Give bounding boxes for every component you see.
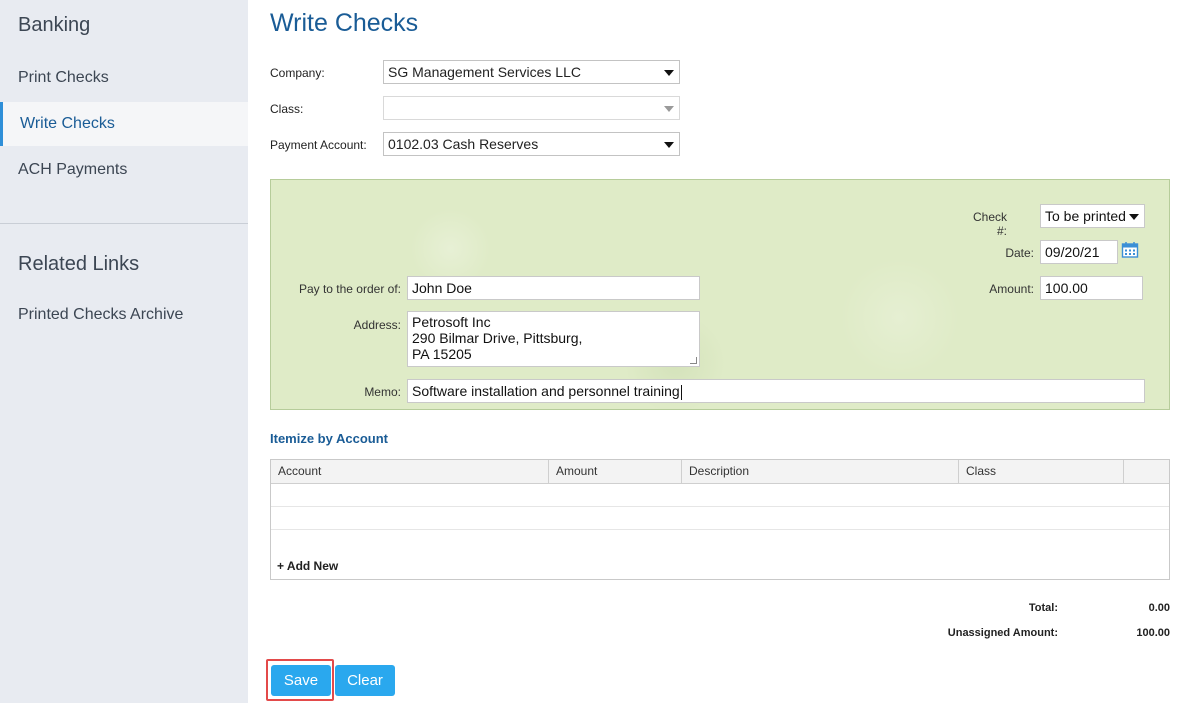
check-number-value: To be printed: [1045, 208, 1126, 224]
resize-handle-icon[interactable]: [690, 357, 697, 364]
column-header-amount[interactable]: Amount: [549, 460, 682, 484]
chevron-down-icon: [664, 106, 674, 112]
amount-label: Amount:: [989, 282, 1034, 296]
date-value: 09/20/21: [1045, 244, 1100, 260]
sidebar-item-printed-checks-archive[interactable]: Printed Checks Archive: [0, 293, 248, 337]
itemize-table: Account Amount Description Class + Add N…: [270, 459, 1170, 580]
address-label: Address:: [353, 318, 401, 332]
memo-label: Memo:: [364, 385, 401, 399]
date-input[interactable]: 09/20/21: [1040, 240, 1118, 264]
unassigned-amount-label: Unassigned Amount:: [947, 627, 1058, 639]
save-button[interactable]: Save: [271, 665, 331, 696]
sidebar: Banking Print Checks Write Checks ACH Pa…: [0, 0, 248, 703]
address-line: 290 Bilmar Drive, Pittsburg,: [412, 330, 583, 346]
sidebar-divider: [0, 223, 248, 224]
text-cursor: [680, 384, 682, 400]
column-header-class[interactable]: Class: [959, 460, 1124, 484]
sidebar-item-ach-payments[interactable]: ACH Payments: [0, 148, 248, 192]
unassigned-amount-value: 100.00: [1136, 627, 1170, 639]
chevron-down-icon: [664, 142, 674, 148]
memo-input[interactable]: Software installation and personnel trai…: [407, 379, 1145, 403]
itemize-title: Itemize by Account: [270, 431, 388, 446]
chevron-down-icon: [664, 70, 674, 76]
amount-input[interactable]: 100.00: [1040, 276, 1143, 300]
class-label: Class:: [270, 102, 304, 116]
table-row[interactable]: [271, 507, 1169, 530]
pay-to-label: Pay to the order of:: [298, 282, 401, 296]
table-header: Account Amount Description Class: [271, 460, 1169, 484]
page-title: Write Checks: [270, 9, 419, 37]
add-new-link[interactable]: + Add New: [277, 559, 338, 573]
pay-to-value: John Doe: [412, 280, 472, 296]
sidebar-heading-banking: Banking: [18, 14, 91, 36]
date-label: Date:: [1005, 246, 1034, 260]
company-select-value: SG Management Services LLC: [388, 64, 581, 80]
total-value: 0.00: [1148, 602, 1170, 614]
check-number-select[interactable]: To be printed: [1040, 204, 1145, 228]
class-select[interactable]: [383, 96, 680, 120]
total-label: Total:: [1028, 602, 1058, 614]
calendar-icon[interactable]: [1121, 241, 1139, 259]
check-panel: Check #: To be printed Date: 09/20/21 Pa…: [270, 179, 1170, 410]
payment-account-label: Payment Account:: [270, 138, 367, 152]
clear-button[interactable]: Clear: [335, 665, 395, 696]
sidebar-item-print-checks[interactable]: Print Checks: [0, 56, 248, 100]
pay-to-input[interactable]: John Doe: [407, 276, 700, 300]
address-line: PA 15205: [412, 346, 472, 362]
amount-value: 100.00: [1045, 280, 1088, 296]
address-textarea[interactable]: Petrosoft Inc 290 Bilmar Drive, Pittsbur…: [407, 311, 700, 367]
column-header-description[interactable]: Description: [682, 460, 959, 484]
memo-value: Software installation and personnel trai…: [412, 383, 680, 399]
chevron-down-icon: [1129, 214, 1139, 220]
address-line: Petrosoft Inc: [412, 314, 491, 330]
sidebar-heading-related-links: Related Links: [18, 253, 140, 275]
sidebar-item-write-checks[interactable]: Write Checks: [0, 102, 248, 146]
payment-account-select[interactable]: 0102.03 Cash Reserves: [383, 132, 680, 156]
company-select[interactable]: SG Management Services LLC: [383, 60, 680, 84]
payment-account-select-value: 0102.03 Cash Reserves: [388, 136, 539, 152]
table-row[interactable]: [271, 484, 1169, 507]
column-header-account[interactable]: Account: [271, 460, 549, 484]
check-number-label: Check #:: [972, 210, 1007, 238]
company-label: Company:: [270, 66, 325, 80]
